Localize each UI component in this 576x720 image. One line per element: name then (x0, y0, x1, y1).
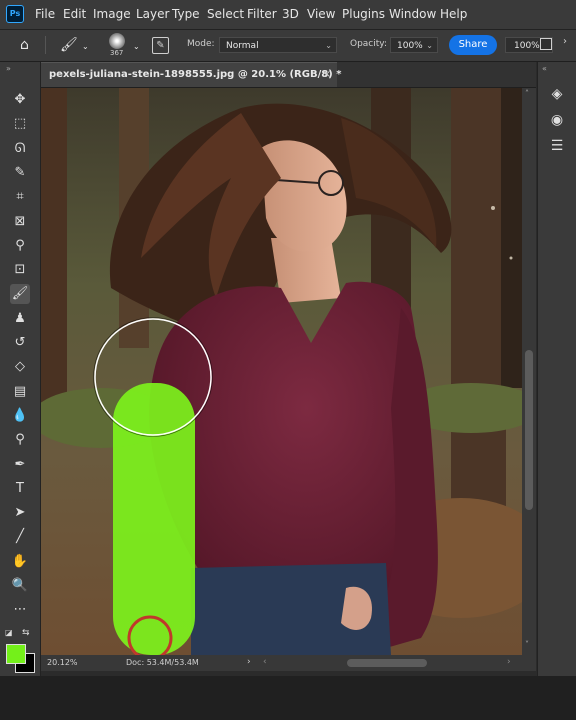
menu-type[interactable]: Type (172, 7, 200, 21)
pen-tool-icon[interactable]: ✒ (10, 455, 30, 475)
brush-tool-icon[interactable]: 🖌 (10, 284, 30, 305)
dodge-tool-icon[interactable]: ⚲ (10, 430, 30, 450)
home-icon[interactable]: ⌂ (20, 36, 29, 54)
more-tools-icon[interactable]: ⋯ (10, 600, 30, 620)
scroll-right-icon[interactable]: › (563, 36, 567, 47)
menu-filter[interactable]: Filter (247, 7, 277, 21)
tree-trunk (41, 88, 67, 408)
brush-preset-icon[interactable]: 🖌 (60, 36, 78, 54)
right-panel-dock: « ◈ ◉ ☰ (537, 62, 576, 676)
chevron-down-icon[interactable]: ⌄ (82, 38, 89, 56)
opacity-value: 100% (397, 41, 423, 51)
horizontal-scroll-thumb[interactable] (347, 659, 427, 667)
window-restore-icon[interactable] (540, 38, 552, 50)
history-brush-tool-icon[interactable]: ↺ (10, 333, 30, 353)
close-tab-icon[interactable]: × (323, 63, 331, 87)
spot-healing-tool-icon[interactable]: ⊡ (10, 260, 30, 280)
adjustments-icon[interactable]: ☰ (547, 136, 567, 156)
swap-colors-icon[interactable]: ⇆ (22, 628, 30, 638)
chevron-down-icon[interactable]: ⌄ (133, 38, 140, 56)
brush-size-label: 367 (110, 49, 124, 57)
photo-canvas[interactable] (41, 88, 522, 655)
stamp-tool-icon[interactable]: ♟ (10, 309, 30, 329)
brush-stroke (113, 383, 195, 655)
document-tab[interactable]: pexels-juliana-stein-1898555.jpg @ 20.1%… (41, 62, 341, 87)
flow-value: 100% (514, 41, 540, 51)
chevron-down-icon: ⌄ (426, 41, 433, 50)
marquee-tool-icon[interactable]: ⬚ (10, 114, 30, 134)
default-colors-icon[interactable]: ◪ (5, 628, 13, 637)
canvas-area[interactable] (41, 88, 522, 655)
photoshop-logo: Ps (6, 5, 24, 23)
eraser-tool-icon[interactable]: ◇ (10, 357, 30, 377)
menu-help[interactable]: Help (440, 7, 467, 21)
document-tab-bar: pexels-juliana-stein-1898555.jpg @ 20.1%… (41, 62, 536, 88)
menu-file[interactable]: File (35, 7, 55, 21)
scroll-up-icon[interactable]: ˄ (525, 89, 529, 98)
quick-select-tool-icon[interactable]: ✎ (10, 163, 30, 183)
mode-value: Normal (226, 41, 259, 51)
status-menu-icon[interactable]: › (247, 657, 251, 667)
scroll-down-icon[interactable]: ˅ (525, 640, 529, 649)
menu-layer[interactable]: Layer (136, 7, 169, 21)
menu-image[interactable]: Image (93, 7, 131, 21)
status-bar: 20.12% Doc: 53.4M/53.4M › ‹ › (41, 655, 536, 671)
menu-view[interactable]: View (307, 7, 335, 21)
menu-edit[interactable]: Edit (63, 7, 86, 21)
zoom-level[interactable]: 20.12% (47, 658, 78, 667)
tree-trunk (501, 88, 522, 388)
foreground-color-swatch[interactable] (6, 644, 26, 664)
menu-select[interactable]: Select (207, 7, 244, 21)
document-info[interactable]: Doc: 53.4M/53.4M (126, 658, 199, 667)
opacity-field[interactable]: 100% ⌄ (390, 37, 438, 53)
path-select-tool-icon[interactable]: ➤ (10, 503, 30, 523)
zoom-tool-icon[interactable]: 🔍 (10, 576, 30, 596)
brush-tip-preview[interactable] (109, 33, 125, 49)
collapse-icon[interactable]: « (542, 64, 547, 73)
lasso-tool-icon[interactable]: ᘏ (10, 139, 30, 159)
menu-plugins[interactable]: Plugins (342, 7, 385, 21)
move-tool-icon[interactable]: ✥ (10, 90, 30, 110)
divider (45, 36, 46, 54)
layers-icon[interactable]: ◈ (547, 84, 567, 104)
menu-3d[interactable]: 3D (282, 7, 299, 21)
document-tab-title: pexels-juliana-stein-1898555.jpg @ 20.1%… (49, 69, 342, 80)
menu-window[interactable]: Window (389, 7, 436, 21)
scroll-left-icon[interactable]: ‹ (263, 657, 267, 667)
frame-tool-icon[interactable]: ⊠ (10, 212, 30, 232)
mode-label: Mode: (187, 39, 215, 49)
vertical-scrollbar[interactable]: ˄ ˅ (522, 88, 536, 655)
crop-tool-icon[interactable]: ⌗ (10, 187, 30, 207)
brush-settings-icon[interactable]: ✎ (152, 37, 169, 54)
bokeh (509, 256, 513, 260)
taskbar-area (0, 676, 576, 720)
mode-dropdown[interactable]: Normal ⌄ (219, 37, 337, 53)
scroll-right-icon[interactable]: › (507, 657, 511, 667)
hand-tool-icon[interactable]: ✋ (10, 552, 30, 572)
collapse-icon[interactable]: » (6, 64, 11, 73)
channels-icon[interactable]: ◉ (547, 110, 567, 130)
menu-bar: Ps File Edit Image Layer Type Select Fil… (0, 0, 576, 30)
eyedropper-tool-icon[interactable]: ⚲ (10, 236, 30, 256)
line-tool-icon[interactable]: ╱ (10, 527, 30, 547)
vertical-scroll-thumb[interactable] (525, 350, 533, 510)
share-button[interactable]: Share (449, 35, 497, 55)
chevron-down-icon: ⌄ (325, 41, 332, 50)
tree-trunk (451, 88, 506, 508)
gradient-tool-icon[interactable]: ▤ (10, 382, 30, 402)
bokeh (491, 206, 495, 210)
opacity-label: Opacity: (350, 39, 387, 49)
blur-tool-icon[interactable]: 💧 (10, 406, 30, 426)
type-tool-icon[interactable]: T (10, 479, 30, 499)
